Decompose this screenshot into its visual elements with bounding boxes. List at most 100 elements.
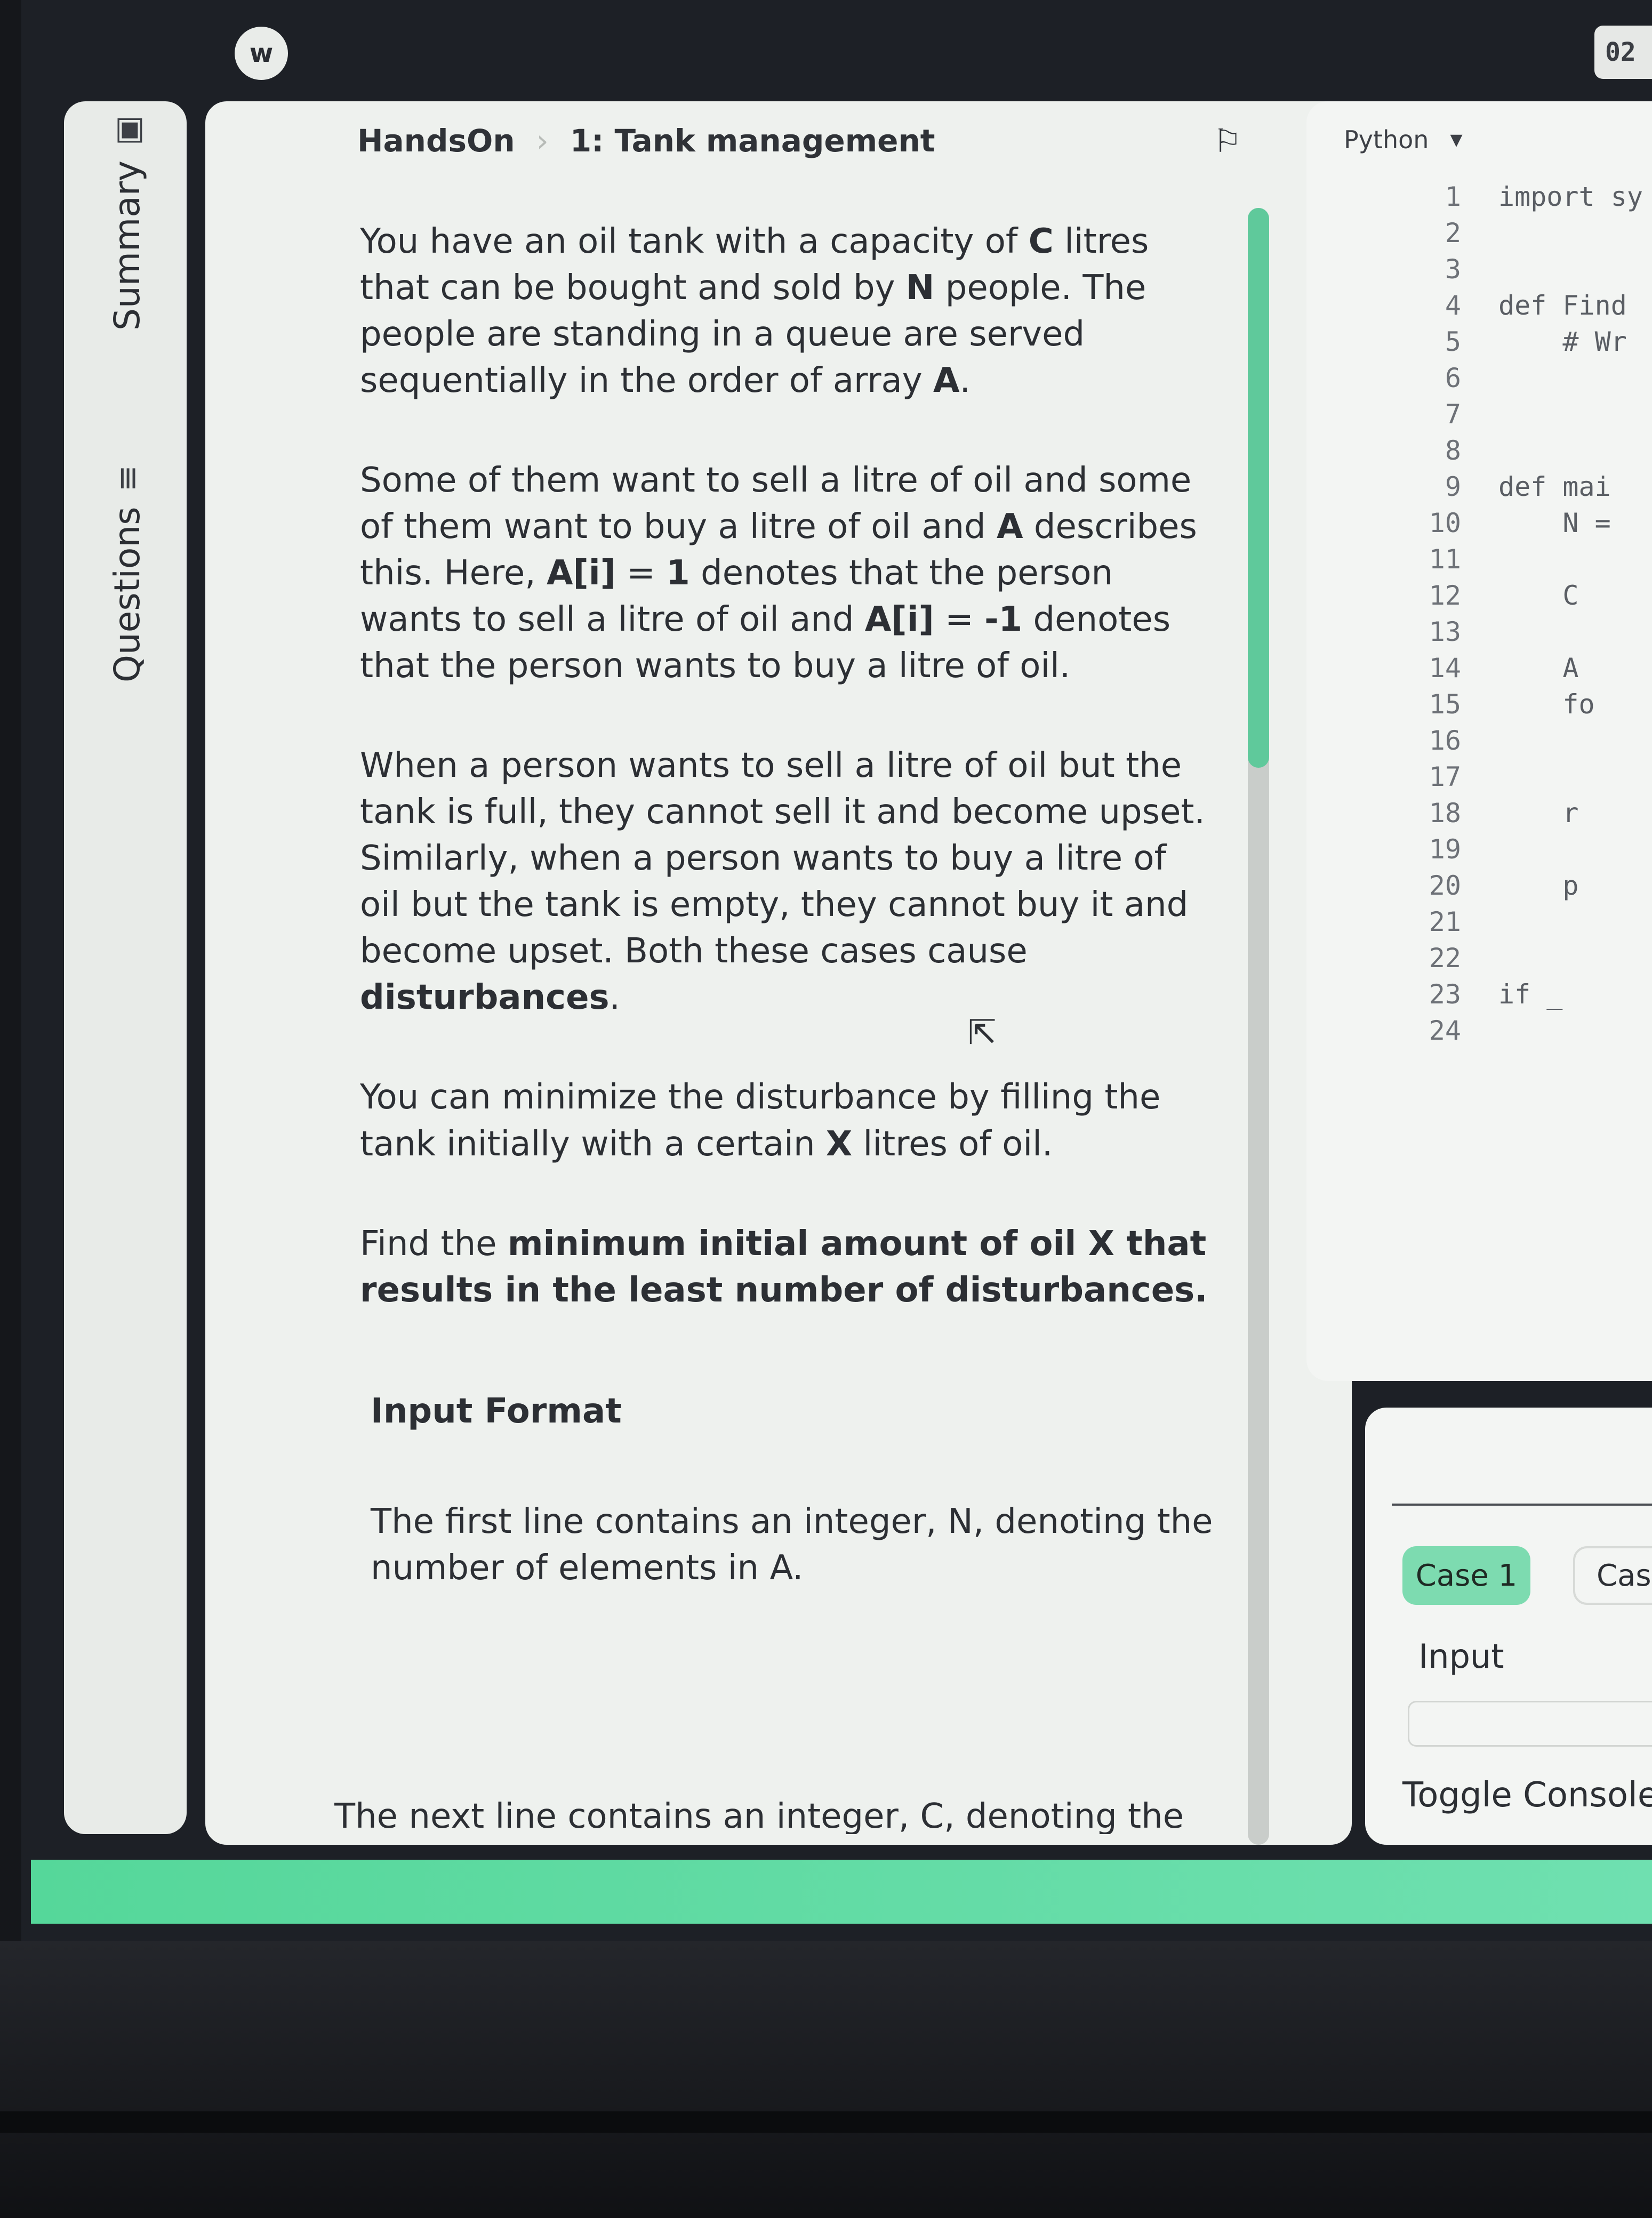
- line-number: 16: [1429, 725, 1461, 756]
- input-format-line-2: The next line contains an integer, C, de…: [334, 1797, 1184, 1834]
- line-number: 13: [1429, 616, 1461, 647]
- code-line[interactable]: 24: [1386, 1012, 1643, 1049]
- timer: 02: [1594, 26, 1652, 79]
- tab-summary[interactable]: Summary ▣: [107, 115, 148, 331]
- code-line[interactable]: 16: [1386, 722, 1643, 759]
- line-number: 23: [1429, 979, 1461, 1010]
- chevron-right-icon: ›: [536, 123, 549, 159]
- code-line[interactable]: 7: [1386, 396, 1643, 432]
- sidebar: Summary ▣ Questions ≡: [64, 101, 187, 1834]
- code-line[interactable]: 17: [1386, 759, 1643, 795]
- code-line[interactable]: 1 import sy: [1386, 179, 1643, 215]
- tab-questions[interactable]: Questions ≡: [107, 465, 148, 682]
- code-text[interactable]: fo: [1498, 689, 1594, 720]
- code-line[interactable]: 12 C: [1386, 577, 1643, 614]
- sidebar-summary-label: Summary: [107, 160, 148, 331]
- line-number: 5: [1445, 326, 1461, 357]
- code-line[interactable]: 21: [1386, 904, 1643, 940]
- code-line[interactable]: 15 fo: [1386, 686, 1643, 722]
- line-number: 22: [1429, 943, 1461, 974]
- input-format-heading: Input Format: [371, 1391, 622, 1431]
- flag-icon[interactable]: ⚐: [1213, 123, 1242, 160]
- breadcrumb-current: 1: Tank management: [570, 123, 935, 159]
- line-number: 12: [1429, 580, 1461, 611]
- line-number: 19: [1429, 834, 1461, 865]
- code-line[interactable]: 23 if _: [1386, 976, 1643, 1012]
- code-lines[interactable]: 1 import sy 2 3 4 def Find 5 # Wr 6 7 8 9 def mai 10…: [1386, 179, 1643, 1049]
- monitor-edge: [0, 2111, 1652, 2133]
- code-line[interactable]: 6: [1386, 360, 1643, 396]
- code-text[interactable]: r: [1498, 798, 1578, 829]
- code-text[interactable]: if _: [1498, 979, 1562, 1010]
- code-text[interactable]: def mai: [1498, 471, 1611, 502]
- case-2-tab[interactable]: Case: [1573, 1546, 1652, 1605]
- question-panel: HandsOn › 1: Tank management ⚐ You have …: [205, 101, 1352, 1845]
- paragraph-3: When a person wants to sell a litre of o…: [360, 746, 1205, 1018]
- scrollbar-thumb[interactable]: [1248, 208, 1269, 768]
- language-label: Python: [1344, 125, 1429, 154]
- status-bar: [31, 1860, 1652, 1924]
- line-number: 7: [1445, 399, 1461, 430]
- code-text[interactable]: p: [1498, 870, 1578, 901]
- code-line[interactable]: 9 def mai: [1386, 469, 1643, 505]
- app-logo: w: [235, 27, 288, 80]
- code-line[interactable]: 2: [1386, 215, 1643, 251]
- paragraph-1: You have an oil tank with a capacity of …: [360, 222, 1149, 401]
- code-line[interactable]: 22: [1386, 940, 1643, 976]
- code-text[interactable]: N =: [1498, 508, 1610, 539]
- input-box[interactable]: [1408, 1701, 1652, 1747]
- line-number: 3: [1445, 254, 1461, 285]
- code-line[interactable]: 3: [1386, 251, 1643, 287]
- line-number: 9: [1445, 471, 1461, 502]
- line-number: 17: [1429, 761, 1461, 792]
- console-panel: Case 1 Case Input Toggle Console: [1365, 1408, 1652, 1845]
- question-text: You have an oil tank with a capacity of …: [360, 219, 1213, 1645]
- line-number: 10: [1429, 508, 1461, 539]
- code-text[interactable]: C: [1498, 580, 1578, 611]
- code-line[interactable]: 13: [1386, 614, 1643, 650]
- line-number: 20: [1429, 870, 1461, 901]
- line-number: 24: [1429, 1015, 1461, 1046]
- toggle-console-button[interactable]: Toggle Console: [1402, 1775, 1652, 1815]
- code-text[interactable]: def Find: [1498, 290, 1627, 321]
- code-line[interactable]: 4 def Find: [1386, 287, 1643, 324]
- code-line[interactable]: 19: [1386, 831, 1643, 867]
- paragraph-5: Find the minimum initial amount of oil X…: [360, 1224, 1208, 1310]
- breadcrumb-root[interactable]: HandsOn: [357, 123, 515, 159]
- code-line[interactable]: 14 A: [1386, 650, 1643, 686]
- line-number: 18: [1429, 798, 1461, 829]
- line-number: 15: [1429, 689, 1461, 720]
- line-number: 11: [1429, 544, 1461, 575]
- caret-down-icon: ▼: [1450, 130, 1463, 149]
- code-line[interactable]: 5 # Wr: [1386, 324, 1643, 360]
- language-select[interactable]: Python ▼: [1344, 125, 1463, 154]
- line-number: 6: [1445, 363, 1461, 393]
- code-line[interactable]: 8: [1386, 432, 1643, 469]
- paragraph-4: You can minimize the disturbance by fill…: [360, 1078, 1161, 1164]
- input-label: Input: [1418, 1637, 1504, 1676]
- paragraph-2: Some of them want to sell a litre of oil…: [360, 461, 1197, 686]
- code-line[interactable]: 20 p: [1386, 867, 1643, 904]
- mouse-cursor-icon: ⇱: [968, 1013, 997, 1052]
- sidebar-questions-label: Questions: [107, 507, 148, 682]
- code-line[interactable]: 18 r: [1386, 795, 1643, 831]
- line-number: 4: [1445, 290, 1461, 321]
- breadcrumb: HandsOn › 1: Tank management: [357, 123, 935, 159]
- case-1-tab[interactable]: Case 1: [1402, 1546, 1530, 1605]
- monitor-bezel: [0, 1941, 1652, 2218]
- divider: [1392, 1504, 1652, 1506]
- code-line[interactable]: 10 N =: [1386, 505, 1643, 541]
- code-text[interactable]: import sy: [1498, 181, 1643, 212]
- code-editor[interactable]: Python ▼ 1 import sy 2 3 4 def Find 5 # Wr 6 7 8 9…: [1306, 101, 1652, 1381]
- line-number: 1: [1445, 181, 1461, 212]
- code-line[interactable]: 11: [1386, 541, 1643, 577]
- line-number: 8: [1445, 435, 1461, 466]
- list-icon: ≡: [108, 465, 146, 492]
- bookmark-icon: ▣: [108, 115, 146, 146]
- input-format-line-1: The first line contains an integer, N, d…: [371, 1501, 1213, 1588]
- line-number: 14: [1429, 653, 1461, 684]
- code-text[interactable]: # Wr: [1498, 326, 1626, 357]
- line-number: 21: [1429, 906, 1461, 937]
- code-text[interactable]: A: [1498, 653, 1578, 684]
- line-number: 2: [1445, 218, 1461, 248]
